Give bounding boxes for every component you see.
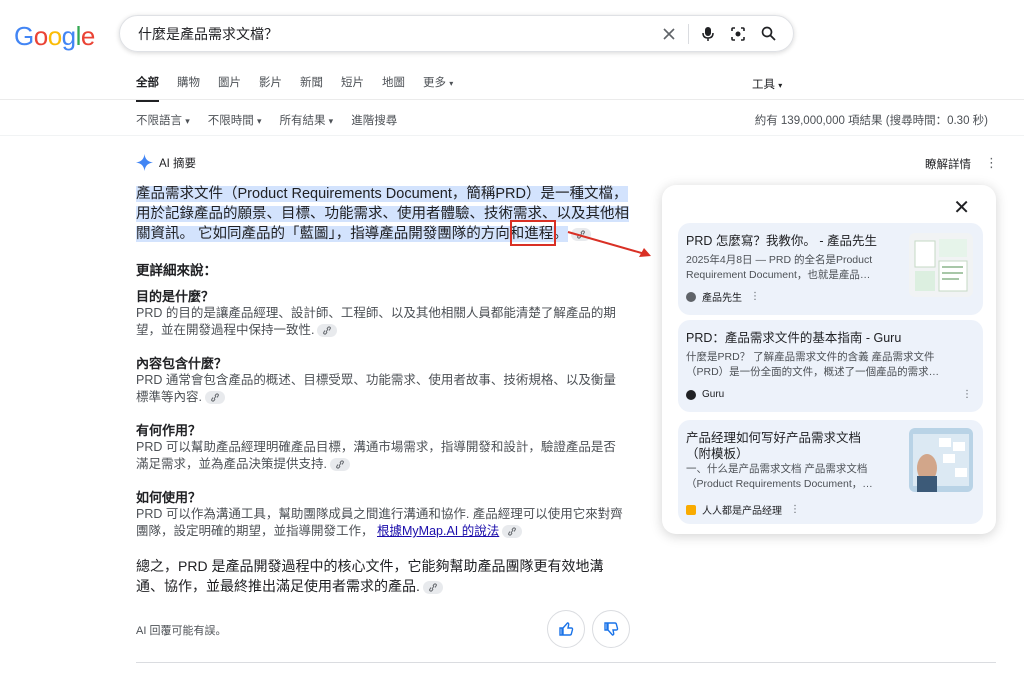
section-title: 目的是什麼？ (136, 289, 215, 304)
source-link-icon[interactable] (329, 458, 350, 472)
source-thumbnail (909, 233, 973, 297)
search-tabs: 全部 購物 圖片 影片 新聞 短片 地圖 更多 ▾ (136, 74, 471, 102)
source-link-icon[interactable] (317, 324, 338, 338)
gemini-sparkle-icon (136, 154, 153, 171)
source-card[interactable]: 产品经理如何写好产品需求文档（附模板） 一、什么是产品需求文档 产品需求文档（P… (678, 420, 983, 524)
more-options-icon[interactable]: ⋮ (750, 291, 760, 302)
source-site: 人人都是产品经理 ⋮ (686, 502, 800, 517)
section-body: PRD 的目的是讓產品經理、設計師、工程師、以及其他相關人員都能清楚了解產品的期… (136, 306, 616, 338)
source-card[interactable]: PRD 怎麼寫？我教你。 - 產品先生 2025年4月8日 — PRD 的全名是… (678, 223, 983, 315)
google-logo[interactable]: Google (14, 21, 95, 52)
thumbs-up-button[interactable] (547, 610, 585, 648)
caret-down-icon: ▾ (778, 81, 783, 90)
source-title[interactable]: 产品经理如何写好产品需求文档（附模板） (686, 430, 876, 462)
search-icon[interactable] (753, 19, 783, 49)
divider (688, 23, 689, 44)
more-options-icon[interactable]: ⋮ (985, 155, 998, 171)
source-card[interactable]: PRD：產品需求文件的基本指南 - Guru 什麼是PRD？ 了解產品需求文件的… (678, 320, 983, 412)
tab-maps[interactable]: 地圖 (382, 74, 405, 102)
caret-down-icon: ▾ (328, 116, 334, 126)
section-title: 內容包含什麼？ (136, 356, 228, 371)
tab-all[interactable]: 全部 (136, 74, 159, 102)
section-title: 有何作用？ (136, 423, 202, 438)
annotation-box (510, 220, 556, 246)
source-link-icon[interactable] (502, 525, 523, 539)
section-body: PRD 可以作為溝通工具，幫助團隊成員之間進行溝通和協作. 產品經理可以使用它來… (136, 507, 623, 539)
more-options-icon[interactable]: ⋮ (790, 504, 800, 515)
source-title[interactable]: PRD：產品需求文件的基本指南 - Guru (686, 330, 976, 346)
site-favicon-icon (686, 291, 696, 302)
ai-disclaimer: AI 回覆可能有誤。 (136, 625, 227, 637)
more-options-icon[interactable]: ⋮ (962, 389, 972, 400)
section-body: PRD 可以幫助產品經理明確產品目標，溝通市場需求，指導開發和設計，驗證產品是否… (136, 440, 616, 472)
tab-videos[interactable]: 影片 (259, 74, 282, 102)
close-icon[interactable]: ✕ (953, 195, 970, 220)
tab-images[interactable]: 圖片 (218, 74, 241, 102)
divider (0, 99, 1024, 100)
tab-shopping[interactable]: 購物 (177, 74, 200, 102)
thumbs-down-icon (604, 622, 619, 636)
source-thumbnail (909, 428, 973, 492)
caret-down-icon: ▾ (256, 116, 262, 126)
conclusion: 總之，PRD 是產品開發過程中的核心文件，它能夠幫助產品團隊更有效地溝通、協作，… (136, 558, 604, 594)
thumbs-down-button[interactable] (592, 610, 630, 648)
advanced-search-link[interactable]: 進階搜尋 (351, 112, 397, 128)
source-link-icon[interactable] (204, 391, 225, 405)
source-title[interactable]: PRD 怎麼寫？我教你。 - 產品先生 (686, 233, 886, 249)
source-snippet: 一、什么是产品需求文档 产品需求文档（Product Requirements … (686, 463, 873, 490)
source-snippet: 什麼是PRD？ 了解產品需求文件的含義 產品需求文件（PRD）是一份全面的文件，… (686, 351, 940, 378)
tab-shorts[interactable]: 短片 (341, 74, 364, 102)
microphone-icon[interactable] (693, 19, 723, 49)
thumbs-up-icon (559, 622, 574, 636)
section-body: PRD 通常會包含產品的概述、目標受眾、功能需求、使用者故事、技術規格、以及衡量… (136, 373, 616, 405)
ai-summary: 產品需求文件（Product Requirements Document，簡稱P… (136, 184, 634, 244)
learn-more-link[interactable]: 瞭解詳情 (925, 156, 971, 172)
source-site: Guru ⋮ (686, 389, 976, 400)
guru-favicon-icon (686, 389, 696, 400)
tab-more[interactable]: 更多 ▾ (423, 74, 453, 102)
annotation-arrow (567, 231, 651, 257)
clear-icon[interactable] (654, 19, 684, 49)
divider (0, 135, 1024, 136)
ai-overview-title: AI 摘要 (159, 157, 197, 170)
divider (136, 662, 996, 663)
section-title: 如何使用？ (136, 490, 202, 505)
sources-panel: ✕ PRD 怎麼寫？我教你。 - 產品先生 2025年4月8日 — PRD 的全… (662, 185, 996, 534)
caret-down-icon: ▾ (449, 79, 454, 88)
filter-bar: 不限語言 ▾ 不限時間 ▾ 所有結果 ▾ 進階搜尋 (136, 112, 415, 128)
filter-time[interactable]: 不限時間 ▾ (208, 112, 262, 128)
caret-down-icon: ▾ (185, 116, 190, 126)
mymap-source-link[interactable]: 根據MyMap.AI 的說法 (377, 524, 499, 538)
site-favicon-icon (686, 504, 696, 515)
result-stats: 約有 139,000,000 項結果 (搜尋時間：0.30 秒) (754, 115, 988, 127)
source-snippet: 2025年4月8日 — PRD 的全名是Product Requirement … (686, 254, 873, 281)
source-link-icon[interactable] (422, 580, 443, 594)
more-details-heading: 更詳細來說： (136, 263, 217, 278)
search-box[interactable]: 什麼是產品需求文檔？ (119, 15, 794, 52)
lens-camera-icon[interactable] (723, 19, 753, 49)
tab-news[interactable]: 新聞 (300, 74, 323, 102)
filter-results[interactable]: 所有結果 ▾ (279, 112, 333, 128)
ai-overview-header: AI 摘要 (136, 154, 196, 171)
filter-language[interactable]: 不限語言 ▾ (136, 112, 190, 128)
tools-button[interactable]: 工具 ▾ (752, 76, 782, 92)
source-site: 產品先生 ⋮ (686, 289, 760, 304)
search-input[interactable]: 什麼是產品需求文檔？ (138, 24, 654, 44)
